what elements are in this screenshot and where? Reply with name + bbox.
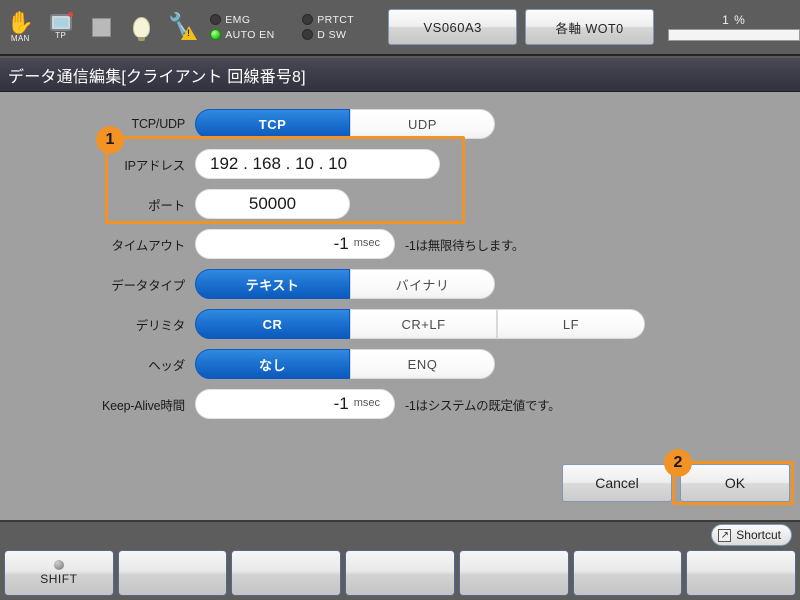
manual-mode-icon[interactable]: ✋ MAN xyxy=(0,1,40,53)
ip-address-input[interactable]: 192 . 168 . 10 . 10 xyxy=(195,149,440,179)
keep-alive-hint: -1はシステムの既定値です。 xyxy=(405,398,561,413)
shortcut-label: Shortcut xyxy=(736,528,781,542)
led-prtct: PRTCT xyxy=(302,14,376,26)
warning-triangle-icon xyxy=(181,26,198,40)
function-key-label: SHIFT xyxy=(40,572,78,586)
data-type-option-binary[interactable]: バイナリ xyxy=(350,269,495,299)
auto-en-label: AUTO EN xyxy=(225,28,275,41)
stop-square-icon[interactable] xyxy=(81,1,121,53)
timeout-input[interactable]: -1 msec xyxy=(195,229,395,259)
function-key-7[interactable] xyxy=(686,550,797,596)
function-key-2[interactable] xyxy=(117,550,228,596)
timeout-unit: msec xyxy=(353,237,380,249)
header-segmented-control: なし ENQ xyxy=(195,349,495,379)
function-key-bar: SHIFT xyxy=(0,546,800,600)
function-key-shift[interactable]: SHIFT xyxy=(4,550,114,596)
led-auto-en: AUTO EN xyxy=(210,29,284,41)
delimiter-option-crlf[interactable]: CR+LF xyxy=(350,309,497,339)
robot-teach-pendant-screen: ✋ MAN TP 🔧 EMG xyxy=(0,0,800,600)
delimiter-label: デリミタ xyxy=(135,318,185,333)
function-key-3[interactable] xyxy=(231,550,342,596)
led-emg: EMG xyxy=(210,14,284,26)
function-key-4[interactable] xyxy=(345,550,455,596)
data-type-label: データタイプ xyxy=(111,278,185,293)
header-option-enq[interactable]: ENQ xyxy=(350,349,495,379)
cancel-button[interactable]: Cancel xyxy=(562,464,672,502)
led-row-top: EMG PRTCT xyxy=(210,14,376,26)
keep-alive-input[interactable]: -1 msec xyxy=(195,389,395,419)
prtct-led-icon xyxy=(302,14,314,25)
data-type-option-text[interactable]: テキスト xyxy=(195,269,350,299)
annotation-badge-2: 2 xyxy=(664,449,692,477)
delimiter-option-lf[interactable]: LF xyxy=(497,309,645,339)
speed-percent-label: 1 % xyxy=(722,13,746,27)
protocol-option-tcp[interactable]: TCP xyxy=(195,109,350,139)
timeout-value: -1 xyxy=(333,234,349,253)
function-key-5[interactable] xyxy=(458,550,569,596)
maintenance-warning-icon[interactable]: 🔧 xyxy=(162,1,202,53)
row-keep-alive: Keep-Alive時間 -1 msec -1はシステムの既定値です。 xyxy=(0,388,800,420)
speed-progress-bar[interactable] xyxy=(668,29,800,41)
prtct-label: PRTCT xyxy=(317,13,355,26)
auto-en-led-icon xyxy=(210,29,222,40)
dialog-content: TCP/UDP TCP UDP IPアドレス 192 . 168 . 10 . … xyxy=(0,92,800,520)
protocol-label: TCP/UDP xyxy=(131,117,186,131)
row-ip-address: IPアドレス 192 . 168 . 10 . 10 xyxy=(0,148,800,180)
row-timeout: タイムアウト -1 msec -1は無限待ちします。 xyxy=(0,228,800,260)
keep-alive-label: Keep-Alive時間 xyxy=(101,398,185,413)
data-communication-form: TCP/UDP TCP UDP IPアドレス 192 . 168 . 10 . … xyxy=(0,108,800,428)
manual-mode-label: MAN xyxy=(10,33,30,43)
protocol-segmented-control: TCP UDP xyxy=(195,109,495,139)
status-toolbar: ✋ MAN TP 🔧 EMG xyxy=(0,0,800,56)
delimiter-option-cr[interactable]: CR xyxy=(195,309,350,339)
pendant-glyph xyxy=(49,12,73,31)
teach-pendant-label: TP xyxy=(55,31,67,40)
emg-label: EMG xyxy=(225,13,251,26)
timeout-hint: -1は無限待ちします。 xyxy=(405,238,525,253)
annotation-badge-1: 1 xyxy=(96,126,124,154)
emg-led-icon xyxy=(210,14,222,25)
shortcut-button[interactable]: ↗ Shortcut xyxy=(711,524,792,546)
header-option-none[interactable]: なし xyxy=(195,349,350,379)
ip-address-label: IPアドレス xyxy=(124,158,185,173)
hand-glyph: ✋ xyxy=(6,9,34,35)
led-row-bottom: AUTO EN D SW xyxy=(210,29,376,41)
function-key-6[interactable] xyxy=(572,550,683,596)
window-titlebar: データ通信編集[クライアント 回線番号8] xyxy=(0,58,800,92)
row-delimiter: デリミタ CR CR+LF LF xyxy=(0,308,800,340)
header-label: ヘッダ xyxy=(148,358,185,373)
status-led-group: EMG PRTCT AUTO EN D SW xyxy=(210,14,376,41)
axis-mode-button[interactable]: 各軸 WOT0 xyxy=(525,9,655,45)
square-glyph xyxy=(91,17,111,37)
protocol-option-udp[interactable]: UDP xyxy=(350,109,495,139)
speed-indicator[interactable]: 1 % xyxy=(668,13,800,41)
teach-pendant-icon[interactable]: TP xyxy=(40,1,80,53)
timeout-label: タイムアウト xyxy=(111,238,185,253)
lamp-icon[interactable] xyxy=(121,1,161,53)
row-data-type: データタイプ テキスト バイナリ xyxy=(0,268,800,300)
data-type-segmented-control: テキスト バイナリ xyxy=(195,269,495,299)
led-d-sw: D SW xyxy=(302,29,376,41)
delimiter-segmented-control: CR CR+LF LF xyxy=(195,309,645,339)
row-port: ポート 50000 xyxy=(0,188,800,220)
port-label: ポート xyxy=(148,198,185,213)
keep-alive-unit: msec xyxy=(353,397,380,409)
keep-alive-value: -1 xyxy=(333,394,349,413)
d-sw-label: D SW xyxy=(317,28,347,41)
d-sw-led-icon xyxy=(302,29,314,40)
port-input[interactable]: 50000 xyxy=(195,189,350,219)
wrench-warning-glyph: 🔧 xyxy=(164,11,198,40)
shortcut-icon: ↗ xyxy=(718,528,732,542)
robot-model-button[interactable]: VS060A3 xyxy=(388,9,518,45)
row-header: ヘッダ なし ENQ xyxy=(0,348,800,380)
shift-indicator-icon xyxy=(53,560,64,570)
ok-button[interactable]: OK xyxy=(680,464,790,502)
shortcut-bar: ↗ Shortcut xyxy=(0,520,800,546)
page-title: データ通信編集[クライアント 回線番号8] xyxy=(8,68,306,86)
bulb-glyph xyxy=(133,16,151,41)
